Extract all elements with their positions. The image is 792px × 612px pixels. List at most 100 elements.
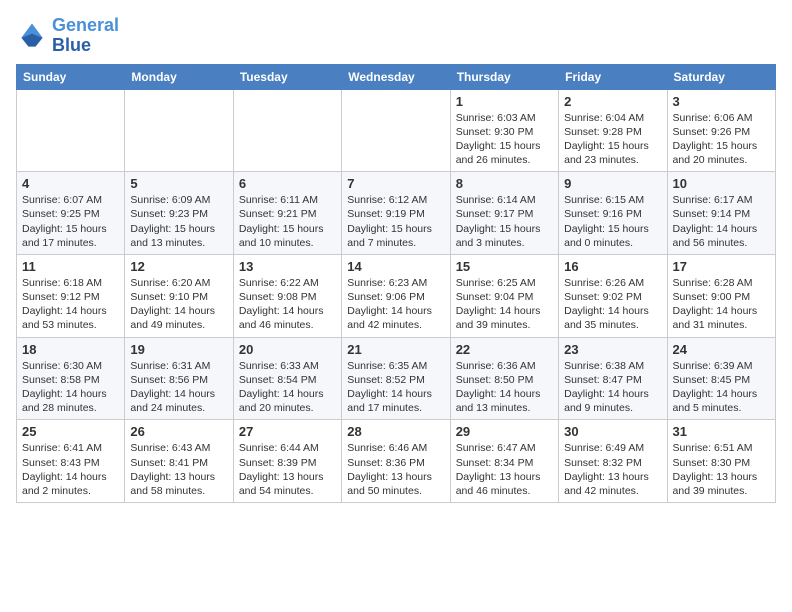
col-header-monday: Monday [125, 64, 233, 89]
day-number: 24 [673, 342, 770, 357]
day-number: 8 [456, 176, 553, 191]
col-header-thursday: Thursday [450, 64, 558, 89]
week-row-4: 18 Sunrise: 6:30 AM Sunset: 8:58 PM Dayli… [17, 337, 776, 420]
day-detail: Sunrise: 6:20 AM Sunset: 9:10 PM Dayligh… [130, 276, 227, 333]
day-number: 2 [564, 94, 661, 109]
day-detail: Sunrise: 6:03 AM Sunset: 9:30 PM Dayligh… [456, 111, 553, 168]
day-detail: Sunrise: 6:15 AM Sunset: 9:16 PM Dayligh… [564, 193, 661, 250]
day-number: 5 [130, 176, 227, 191]
day-cell: 1Sunrise: 6:03 AM Sunset: 9:30 PM Daylig… [450, 89, 558, 172]
day-detail: Sunrise: 6:12 AM Sunset: 9:19 PM Dayligh… [347, 193, 444, 250]
day-number: 15 [456, 259, 553, 274]
day-cell: 26Sunrise: 6:43 AM Sunset: 8:41 PM Dayli… [125, 420, 233, 503]
day-cell: 2 Sunrise: 6:04 AM Sunset: 9:28 PM Daylig… [559, 89, 667, 172]
day-number: 30 [564, 424, 661, 439]
day-cell: 6 Sunrise: 6:11 AM Sunset: 9:21 PM Daylig… [233, 172, 341, 255]
day-cell: 28Sunrise: 6:46 AM Sunset: 8:36 PM Dayli… [342, 420, 450, 503]
day-cell [233, 89, 341, 172]
day-number: 17 [673, 259, 770, 274]
day-detail: Sunrise: 6:07 AM Sunset: 9:25 PM Dayligh… [22, 193, 119, 250]
day-cell [342, 89, 450, 172]
day-number: 20 [239, 342, 336, 357]
day-detail: Sunrise: 6:26 AM Sunset: 9:02 PM Dayligh… [564, 276, 661, 333]
day-cell: 29Sunrise: 6:47 AM Sunset: 8:34 PM Dayli… [450, 420, 558, 503]
day-number: 18 [22, 342, 119, 357]
day-detail: Sunrise: 6:04 AM Sunset: 9:28 PM Dayligh… [564, 111, 661, 168]
day-cell: 23 Sunrise: 6:38 AM Sunset: 8:47 PM Dayli… [559, 337, 667, 420]
day-number: 11 [22, 259, 119, 274]
logo: General Blue [16, 16, 119, 56]
day-number: 23 [564, 342, 661, 357]
logo-icon [16, 20, 48, 52]
day-cell: 19Sunrise: 6:31 AM Sunset: 8:56 PM Dayli… [125, 337, 233, 420]
day-cell: 9Sunrise: 6:15 AM Sunset: 9:16 PM Daylig… [559, 172, 667, 255]
day-detail: Sunrise: 6:14 AM Sunset: 9:17 PM Dayligh… [456, 193, 553, 250]
day-detail: Sunrise: 6:22 AM Sunset: 9:08 PM Dayligh… [239, 276, 336, 333]
day-cell: 10Sunrise: 6:17 AM Sunset: 9:14 PM Dayli… [667, 172, 775, 255]
day-number: 21 [347, 342, 444, 357]
day-number: 13 [239, 259, 336, 274]
day-number: 12 [130, 259, 227, 274]
day-number: 3 [673, 94, 770, 109]
day-cell: 5 Sunrise: 6:09 AM Sunset: 9:23 PM Daylig… [125, 172, 233, 255]
day-cell: 16 Sunrise: 6:26 AM Sunset: 9:02 PM Dayli… [559, 254, 667, 337]
week-row-3: 11 Sunrise: 6:18 AM Sunset: 9:12 PM Dayli… [17, 254, 776, 337]
day-cell: 20 Sunrise: 6:33 AM Sunset: 8:54 PM Dayli… [233, 337, 341, 420]
day-detail: Sunrise: 6:38 AM Sunset: 8:47 PM Dayligh… [564, 359, 661, 416]
day-number: 7 [347, 176, 444, 191]
day-detail: Sunrise: 6:18 AM Sunset: 9:12 PM Dayligh… [22, 276, 119, 333]
day-detail: Sunrise: 6:36 AM Sunset: 8:50 PM Dayligh… [456, 359, 553, 416]
day-cell: 24 Sunrise: 6:39 AM Sunset: 8:45 PM Dayli… [667, 337, 775, 420]
day-number: 22 [456, 342, 553, 357]
day-detail: Sunrise: 6:30 AM Sunset: 8:58 PM Dayligh… [22, 359, 119, 416]
day-cell: 18 Sunrise: 6:30 AM Sunset: 8:58 PM Dayli… [17, 337, 125, 420]
day-cell: 30 Sunrise: 6:49 AM Sunset: 8:32 PM Dayli… [559, 420, 667, 503]
week-row-2: 4Sunrise: 6:07 AM Sunset: 9:25 PM Daylig… [17, 172, 776, 255]
day-detail: Sunrise: 6:11 AM Sunset: 9:21 PM Dayligh… [239, 193, 336, 250]
day-detail: Sunrise: 6:47 AM Sunset: 8:34 PM Dayligh… [456, 441, 553, 498]
day-detail: Sunrise: 6:23 AM Sunset: 9:06 PM Dayligh… [347, 276, 444, 333]
day-cell: 15 Sunrise: 6:25 AM Sunset: 9:04 PM Dayli… [450, 254, 558, 337]
day-detail: Sunrise: 6:31 AM Sunset: 8:56 PM Dayligh… [130, 359, 227, 416]
day-cell: 31 Sunrise: 6:51 AM Sunset: 8:30 PM Dayli… [667, 420, 775, 503]
day-cell: 25 Sunrise: 6:41 AM Sunset: 8:43 PM Dayli… [17, 420, 125, 503]
week-row-5: 25 Sunrise: 6:41 AM Sunset: 8:43 PM Dayli… [17, 420, 776, 503]
day-cell: 14 Sunrise: 6:23 AM Sunset: 9:06 PM Dayli… [342, 254, 450, 337]
col-header-wednesday: Wednesday [342, 64, 450, 89]
day-detail: Sunrise: 6:41 AM Sunset: 8:43 PM Dayligh… [22, 441, 119, 498]
day-detail: Sunrise: 6:44 AM Sunset: 8:39 PM Dayligh… [239, 441, 336, 498]
logo-text: General Blue [52, 16, 119, 56]
day-detail: Sunrise: 6:17 AM Sunset: 9:14 PM Dayligh… [673, 193, 770, 250]
day-detail: Sunrise: 6:43 AM Sunset: 8:41 PM Dayligh… [130, 441, 227, 498]
week-row-1: 1Sunrise: 6:03 AM Sunset: 9:30 PM Daylig… [17, 89, 776, 172]
col-header-sunday: Sunday [17, 64, 125, 89]
day-number: 14 [347, 259, 444, 274]
col-header-friday: Friday [559, 64, 667, 89]
day-cell: 21 Sunrise: 6:35 AM Sunset: 8:52 PM Dayli… [342, 337, 450, 420]
day-cell: 11 Sunrise: 6:18 AM Sunset: 9:12 PM Dayli… [17, 254, 125, 337]
day-detail: Sunrise: 6:51 AM Sunset: 8:30 PM Dayligh… [673, 441, 770, 498]
day-cell: 17Sunrise: 6:28 AM Sunset: 9:00 PM Dayli… [667, 254, 775, 337]
day-cell: 27 Sunrise: 6:44 AM Sunset: 8:39 PM Dayli… [233, 420, 341, 503]
day-number: 27 [239, 424, 336, 439]
col-header-tuesday: Tuesday [233, 64, 341, 89]
day-detail: Sunrise: 6:09 AM Sunset: 9:23 PM Dayligh… [130, 193, 227, 250]
day-detail: Sunrise: 6:39 AM Sunset: 8:45 PM Dayligh… [673, 359, 770, 416]
day-detail: Sunrise: 6:35 AM Sunset: 8:52 PM Dayligh… [347, 359, 444, 416]
day-number: 28 [347, 424, 444, 439]
day-detail: Sunrise: 6:49 AM Sunset: 8:32 PM Dayligh… [564, 441, 661, 498]
page-header: General Blue [16, 16, 776, 56]
day-cell: 13 Sunrise: 6:22 AM Sunset: 9:08 PM Dayli… [233, 254, 341, 337]
day-cell: 4Sunrise: 6:07 AM Sunset: 9:25 PM Daylig… [17, 172, 125, 255]
day-detail: Sunrise: 6:25 AM Sunset: 9:04 PM Dayligh… [456, 276, 553, 333]
day-cell [125, 89, 233, 172]
day-cell: 22 Sunrise: 6:36 AM Sunset: 8:50 PM Dayli… [450, 337, 558, 420]
day-number: 25 [22, 424, 119, 439]
day-number: 31 [673, 424, 770, 439]
day-detail: Sunrise: 6:33 AM Sunset: 8:54 PM Dayligh… [239, 359, 336, 416]
day-cell: 8 Sunrise: 6:14 AM Sunset: 9:17 PM Daylig… [450, 172, 558, 255]
day-number: 16 [564, 259, 661, 274]
calendar-table: SundayMondayTuesdayWednesdayThursdayFrid… [16, 64, 776, 503]
day-number: 6 [239, 176, 336, 191]
day-cell: 7 Sunrise: 6:12 AM Sunset: 9:19 PM Daylig… [342, 172, 450, 255]
